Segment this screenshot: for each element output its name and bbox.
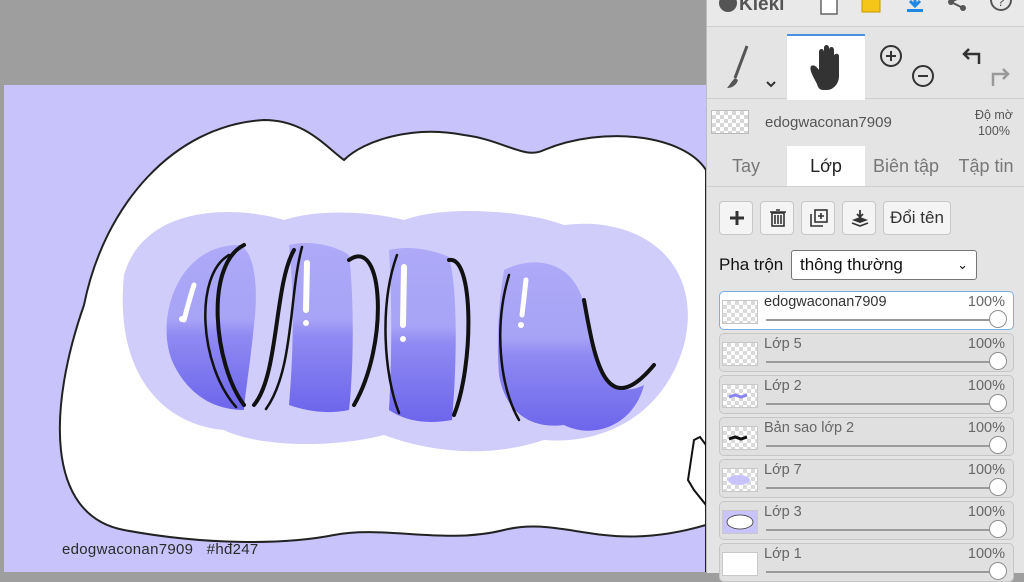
- layer-item[interactable]: Lớp 1 100%: [719, 543, 1014, 582]
- tab-file[interactable]: Tập tin: [947, 146, 1024, 186]
- layer-thumbnail: [722, 300, 758, 324]
- logo-mark-icon: [719, 0, 737, 12]
- delete-layer-button[interactable]: [760, 201, 794, 235]
- layer-opacity: 100%: [967, 378, 1005, 394]
- rename-layer-button[interactable]: Đổi tên: [883, 201, 951, 235]
- new-file-icon[interactable]: [817, 0, 841, 18]
- layer-opacity: 100%: [967, 336, 1005, 352]
- undo-redo-icon: [962, 48, 1010, 86]
- layer-item[interactable]: Lớp 5 100%: [719, 333, 1014, 372]
- duplicate-icon: [810, 209, 828, 227]
- blend-mode-select[interactable]: thông thường ⌄: [791, 250, 977, 280]
- merge-down-icon: [851, 210, 869, 227]
- opacity-slider-track[interactable]: [766, 571, 997, 573]
- layer-item[interactable]: Lớp 7 100%: [719, 459, 1014, 498]
- opacity-label: Độ mờ: [974, 108, 1013, 122]
- opacity-slider-handle[interactable]: [989, 352, 1007, 370]
- chevron-down-icon: ⌄: [957, 257, 968, 272]
- tool-row: [707, 34, 1024, 100]
- layer-thumbnail: [722, 552, 758, 576]
- zoom-in-out-icon: [880, 45, 934, 87]
- active-layer-name: edogwaconan7909: [765, 114, 892, 131]
- layer-opacity: 100%: [967, 462, 1005, 478]
- opacity-slider-handle[interactable]: [989, 562, 1007, 580]
- canvas-area[interactable]: edogwaconan7909 #hđ247: [0, 0, 706, 572]
- opacity-slider-track[interactable]: [766, 403, 997, 405]
- hand-tool[interactable]: [787, 34, 865, 100]
- layer-item[interactable]: Bản sao lớp 2 100%: [719, 417, 1014, 456]
- opacity-value: 100%: [977, 124, 1010, 138]
- side-panel: Kleki ? edogwaconan7909 Độ mờ 100% Tay L…: [706, 0, 1024, 582]
- brush-tool[interactable]: [707, 34, 785, 98]
- layer-opacity: 100%: [967, 504, 1005, 520]
- trash-icon: [770, 209, 786, 227]
- tab-edit[interactable]: Biên tập: [867, 146, 945, 186]
- open-folder-icon[interactable]: [859, 0, 883, 18]
- top-toolbar: Kleki ?: [707, 0, 1024, 27]
- app-logo: Kleki: [719, 0, 784, 16]
- layer-item[interactable]: Lớp 3 100%: [719, 501, 1014, 540]
- layer-thumbnail: [722, 342, 758, 366]
- layer-thumbnail: [722, 468, 758, 492]
- duplicate-layer-button[interactable]: [801, 201, 835, 235]
- layer-item[interactable]: edogwaconan7909 100%: [719, 291, 1014, 330]
- merge-down-button[interactable]: [842, 201, 876, 235]
- share-icon[interactable]: [945, 0, 969, 18]
- layer-name: Lớp 7: [764, 462, 802, 478]
- tab-layers[interactable]: Lớp: [787, 146, 865, 186]
- active-layer-header: edogwaconan7909 Độ mờ 100%: [707, 100, 1024, 144]
- app-name: Kleki: [739, 0, 785, 15]
- help-icon[interactable]: ?: [989, 0, 1013, 18]
- save-download-icon[interactable]: [903, 0, 927, 18]
- artwork: [58, 118, 706, 572]
- opacity-slider-track[interactable]: [766, 445, 997, 447]
- opacity-slider-handle[interactable]: [989, 394, 1007, 412]
- layer-thumbnail: [722, 510, 758, 534]
- opacity-slider-track[interactable]: [766, 361, 997, 363]
- layer-name: edogwaconan7909: [764, 294, 887, 310]
- svg-text:?: ?: [997, 0, 1005, 9]
- layer-name: Lớp 2: [764, 378, 802, 394]
- panel-tabs: Tay Lớp Biên tập Tập tin: [707, 146, 1024, 186]
- plus-icon: [730, 211, 744, 225]
- layer-opacity: 100%: [967, 420, 1005, 436]
- blend-mode-value: thông thường: [800, 255, 903, 274]
- opacity-slider-handle[interactable]: [989, 478, 1007, 496]
- layers-panel: Đổi tên Pha trộn thông thường ⌄ edogwaco…: [707, 186, 1024, 582]
- active-layer-thumbnail: [711, 110, 749, 134]
- layer-name: Lớp 1: [764, 546, 802, 562]
- layer-opacity: 100%: [967, 294, 1005, 310]
- canvas-caption: edogwaconan7909 #hđ247: [62, 541, 259, 558]
- blend-mode-label: Pha trộn: [719, 255, 784, 274]
- brush-icon: [727, 45, 776, 88]
- layer-opacity: 100%: [967, 546, 1005, 562]
- layer-thumbnail: [722, 426, 758, 450]
- opacity-slider-handle[interactable]: [989, 310, 1007, 328]
- opacity-slider-handle[interactable]: [989, 520, 1007, 538]
- add-layer-button[interactable]: [719, 201, 753, 235]
- drawing-canvas[interactable]: edogwaconan7909 #hđ247: [4, 85, 706, 572]
- opacity-slider-track[interactable]: [766, 487, 997, 489]
- layer-item[interactable]: Lớp 2 100%: [719, 375, 1014, 414]
- opacity-slider-track[interactable]: [766, 319, 997, 321]
- layer-name: Lớp 3: [764, 504, 802, 520]
- opacity-readout: Độ mờ 100%: [975, 107, 1013, 139]
- layer-name: Lớp 5: [764, 336, 802, 352]
- zoom-tool[interactable]: [867, 34, 945, 98]
- layer-name: Bản sao lớp 2: [764, 420, 855, 436]
- undo-redo-tool[interactable]: [947, 34, 1024, 98]
- layer-thumbnail: [722, 384, 758, 408]
- hand-icon: [810, 45, 839, 90]
- opacity-slider-track[interactable]: [766, 529, 997, 531]
- opacity-slider-handle[interactable]: [989, 436, 1007, 454]
- tab-hand[interactable]: Tay: [707, 146, 785, 186]
